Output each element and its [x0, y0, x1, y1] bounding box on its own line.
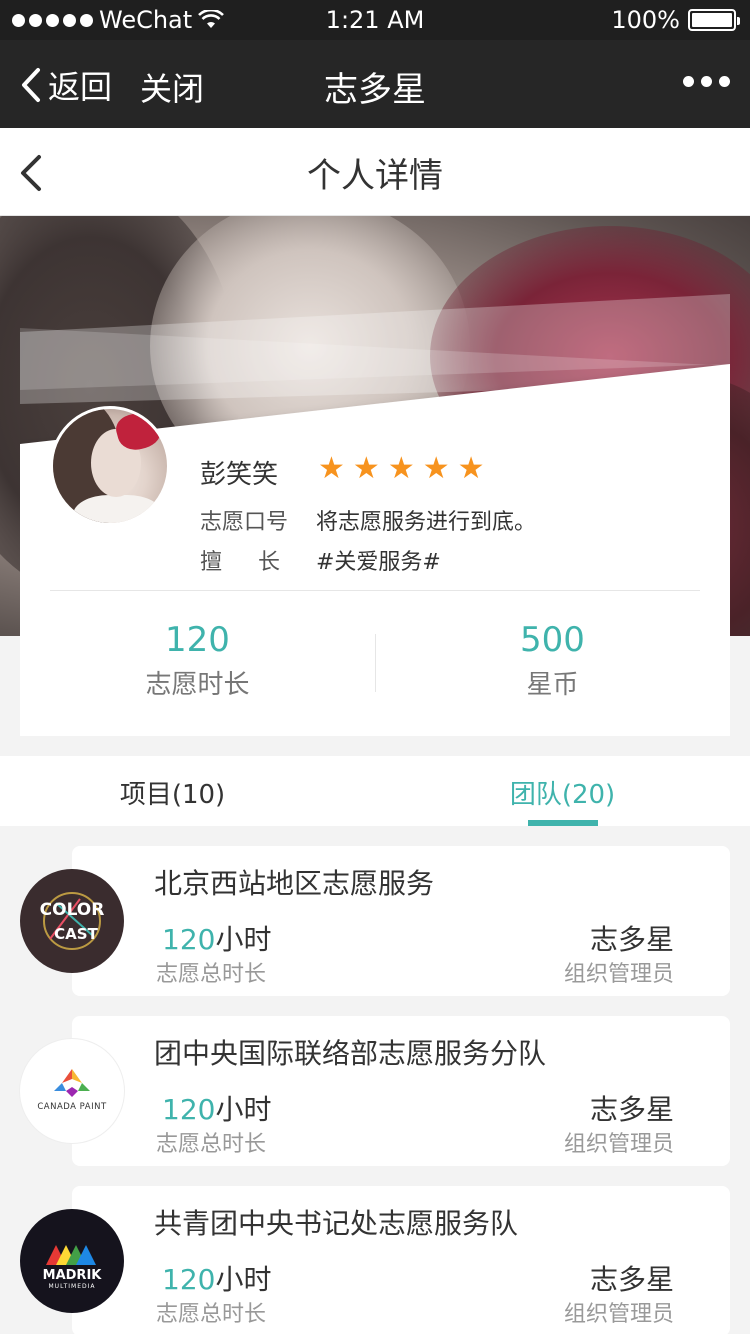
team-name: 共青团中央书记处志愿服务队 [154, 1207, 519, 1240]
svg-text:CAST: CAST [54, 925, 98, 943]
star-icon: ★ [387, 451, 415, 486]
stat-value: 120 [165, 620, 230, 660]
tab-bar: 项目(10) 团队(20) [0, 756, 750, 826]
stat-star-coins: 500 星币 [375, 620, 730, 701]
avatar[interactable] [50, 406, 170, 526]
stat-volunteer-hours: 120 志愿时长 [20, 620, 375, 701]
tab-teams[interactable]: 团队(20) [375, 774, 750, 811]
wechat-close-button[interactable]: 关闭 [140, 64, 204, 110]
slogan-value: 将志愿服务进行到底。 [316, 510, 537, 535]
more-icon[interactable] [683, 76, 730, 87]
slogan-label: 志愿口号 [200, 510, 289, 535]
stat-label: 志愿时长 [145, 670, 250, 700]
canada-paint-logo: CANADA PAINT [20, 1039, 124, 1143]
active-tab-indicator [528, 820, 598, 826]
team-role: 组织管理员 [563, 1132, 674, 1157]
specialty-label: 擅长 [200, 550, 317, 575]
chevron-left-icon [22, 68, 40, 102]
wechat-back-label: 返回 [48, 68, 113, 106]
star-icon: ★ [352, 451, 380, 486]
star-icon: ★ [457, 451, 485, 486]
profile-card: 彭笑笑 ★ ★ ★ ★ ★ 志愿口号 将志愿服务进行到底。 擅长 #关爱服务# … [20, 294, 730, 736]
svg-text:COLOR: COLOR [40, 900, 105, 920]
star-icon: ★ [422, 451, 450, 486]
team-hours-label: 志愿总时长 [156, 1302, 267, 1327]
team-hours: 120小时 [162, 923, 272, 956]
team-hours-label: 志愿总时长 [156, 962, 267, 987]
color-cast-logo: COLOR CAST [20, 869, 124, 973]
team-hours-label: 志愿总时长 [156, 1132, 267, 1157]
wechat-nav-title: 志多星 [324, 70, 426, 110]
team-name: 北京西站地区志愿服务 [154, 867, 435, 900]
divider [50, 590, 700, 591]
page-title: 个人详情 [307, 156, 443, 196]
chevron-left-icon [21, 155, 41, 191]
madrik-logo: MADRIK MULTIMEDIA [20, 1209, 124, 1313]
wechat-nav-bar: 返回 关闭 志多星 [0, 40, 750, 128]
status-right: 100% [611, 6, 740, 34]
page-back-button[interactable] [18, 154, 44, 196]
team-org: 志多星 [589, 1263, 674, 1296]
svg-text:MADRIK: MADRIK [43, 1268, 103, 1283]
team-role: 组织管理员 [563, 1302, 674, 1327]
tab-projects[interactable]: 项目(10) [0, 774, 360, 811]
wechat-back-button[interactable]: 返回 [20, 62, 112, 108]
team-org: 志多星 [589, 1093, 674, 1126]
battery-icon [688, 9, 740, 31]
star-icon: ★ [318, 451, 345, 486]
stat-value: 500 [520, 620, 585, 660]
star-rating: ★ ★ ★ ★ ★ [318, 454, 485, 484]
stat-label: 星币 [526, 670, 579, 700]
team-list-item[interactable]: 团中央国际联络部志愿服务分队 120小时 志愿总时长 志多星 组织管理员 [72, 1016, 730, 1166]
page-header: 个人详情 [0, 128, 750, 216]
team-hours: 120小时 [162, 1093, 272, 1126]
team-role: 组织管理员 [563, 962, 674, 987]
user-name: 彭笑笑 [200, 460, 279, 490]
battery-percent: 100% [611, 6, 680, 34]
team-org: 志多星 [589, 923, 674, 956]
svg-text:CANADA PAINT: CANADA PAINT [37, 1102, 107, 1112]
specialty-value: #关爱服务# [316, 550, 441, 575]
team-list-item[interactable]: 共青团中央书记处志愿服务队 120小时 志愿总时长 志多星 组织管理员 [72, 1186, 730, 1334]
team-name: 团中央国际联络部志愿服务分队 [154, 1037, 547, 1070]
team-list-item[interactable]: 北京西站地区志愿服务 120小时 志愿总时长 志多星 组织管理员 [72, 846, 730, 996]
team-hours: 120小时 [162, 1263, 272, 1296]
status-bar: WeChat 1:21 AM 100% [0, 0, 750, 40]
svg-text:MULTIMEDIA: MULTIMEDIA [49, 1283, 96, 1290]
